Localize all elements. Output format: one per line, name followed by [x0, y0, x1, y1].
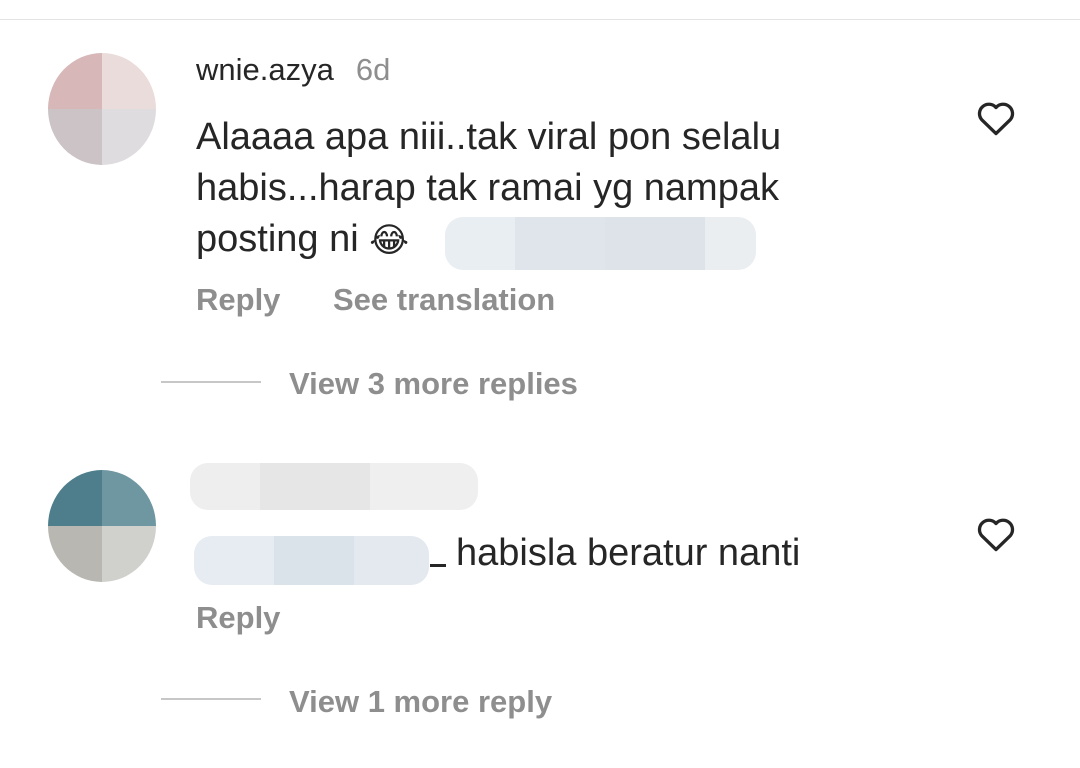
- redacted-mention: [445, 217, 756, 270]
- reply-button[interactable]: Reply: [196, 600, 280, 636]
- comment-header: wnie.azya 6d: [196, 52, 390, 96]
- see-translation-button[interactable]: See translation: [333, 282, 555, 318]
- comment-text-line: Alaaaa apa niii..tak viral pon selalu: [196, 116, 782, 158]
- avatar[interactable]: [48, 470, 156, 582]
- timestamp: 6d: [355, 52, 391, 87]
- avatar[interactable]: [48, 53, 156, 165]
- comment-text-line: habis...harap tak ramai yg nampak: [196, 167, 779, 209]
- top-divider: [0, 19, 1080, 20]
- view-replies-button[interactable]: View 1 more reply: [289, 684, 552, 720]
- comment-text: habisla beratur nanti: [456, 532, 801, 574]
- replies-divider: [161, 698, 261, 700]
- mention-underscore: [430, 564, 446, 567]
- view-replies-button[interactable]: View 3 more replies: [289, 366, 578, 402]
- username[interactable]: wnie.azya: [196, 52, 334, 88]
- heart-outline-icon[interactable]: [972, 96, 1020, 140]
- laughing-tears-emoji: 😂: [369, 220, 409, 261]
- heart-outline-icon[interactable]: [972, 512, 1020, 556]
- redacted-mention: [194, 536, 429, 585]
- comment-text-line: posting ni: [196, 218, 359, 260]
- replies-divider: [161, 381, 261, 383]
- redacted-username: [190, 463, 478, 510]
- reply-button[interactable]: Reply: [196, 282, 280, 318]
